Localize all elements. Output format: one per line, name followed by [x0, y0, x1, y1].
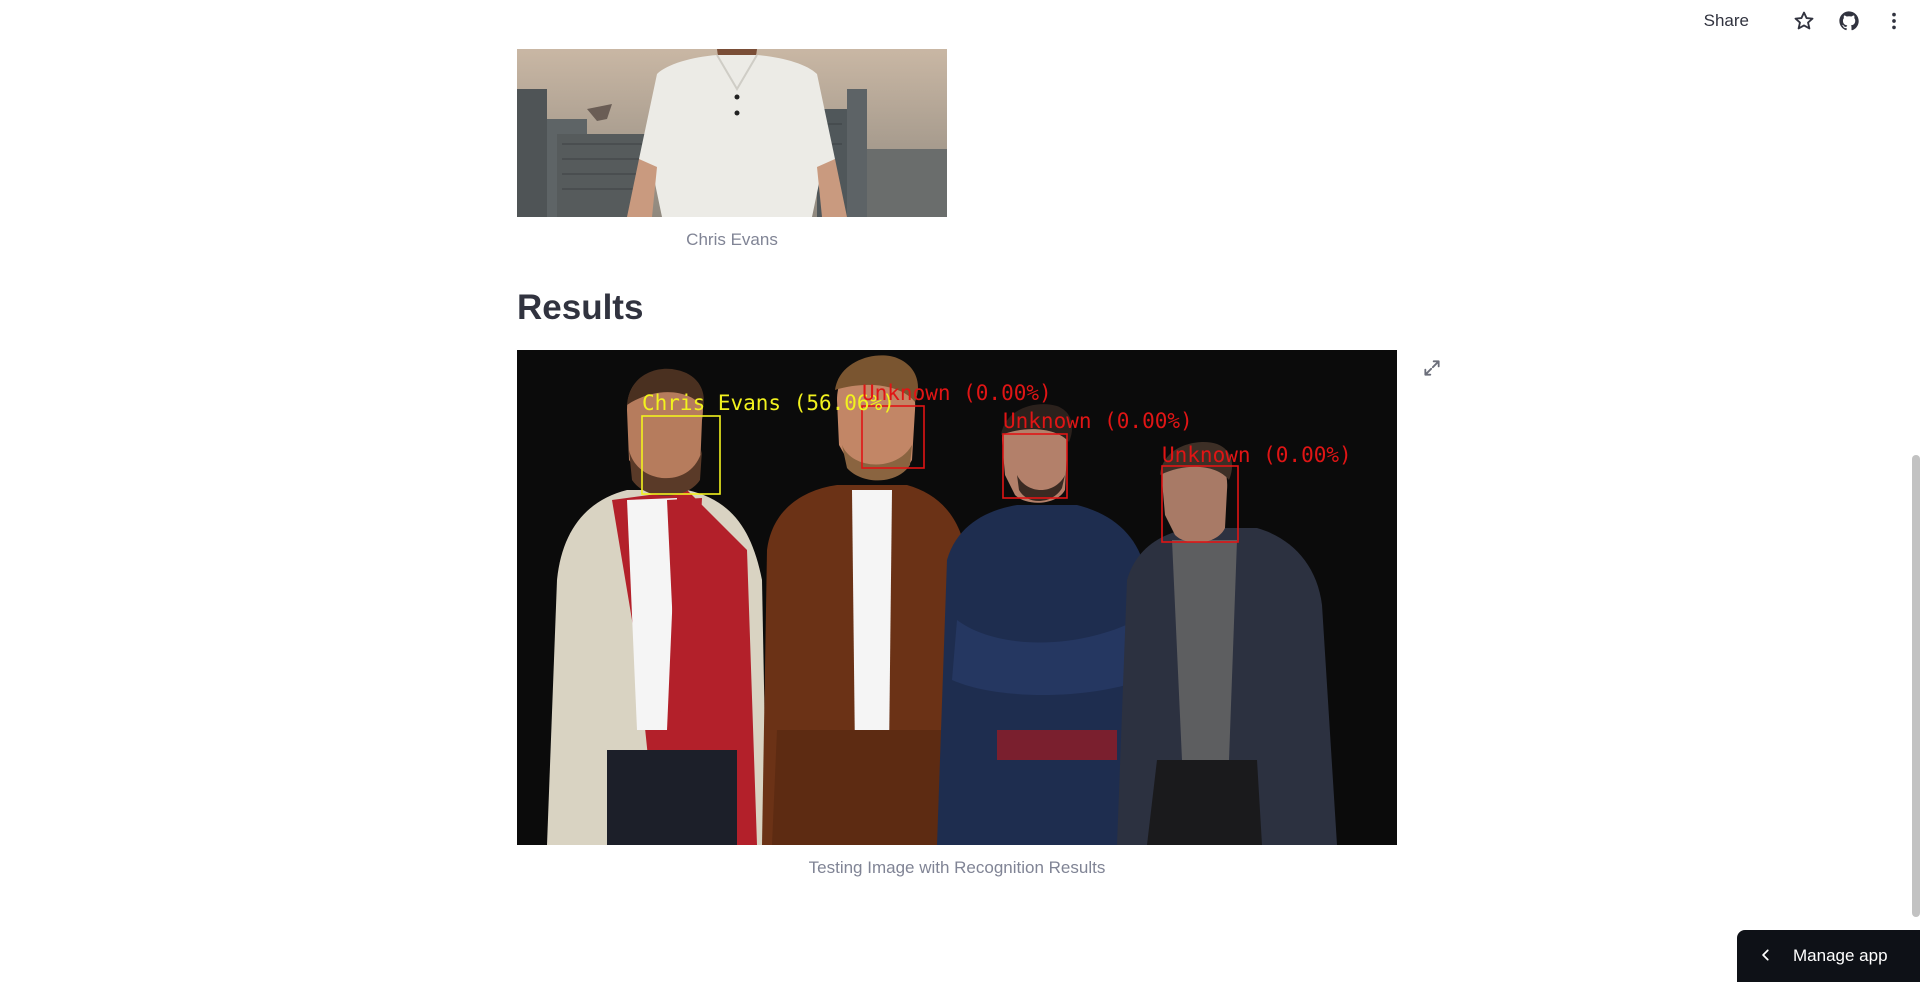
results-image: Chris Evans (56.06%) Unknown (0.00%) Unk…	[517, 350, 1397, 845]
github-icon[interactable]	[1837, 9, 1861, 33]
detection-label: Unknown (0.00%)	[862, 381, 1052, 405]
manage-app-button[interactable]: Manage app	[1737, 930, 1920, 982]
chevron-left-icon	[1759, 947, 1773, 966]
training-image	[517, 49, 947, 217]
fullscreen-icon[interactable]	[1420, 356, 1444, 380]
share-button[interactable]: Share	[1704, 11, 1749, 31]
detection-label: Unknown (0.00%)	[1003, 409, 1193, 433]
detection-label: Chris Evans (56.06%)	[642, 391, 895, 415]
manage-app-label: Manage app	[1793, 946, 1888, 965]
training-image-caption: Chris Evans	[686, 230, 778, 249]
more-vert-icon[interactable]	[1882, 9, 1906, 33]
app-toolbar: Share	[1704, 0, 1920, 42]
detection-label: Unknown (0.00%)	[1162, 443, 1352, 467]
results-heading: Results	[517, 288, 644, 327]
star-icon[interactable]	[1792, 9, 1816, 33]
results-image-caption: Testing Image with Recognition Results	[808, 858, 1106, 877]
scrollbar-thumb[interactable]	[1912, 455, 1920, 917]
